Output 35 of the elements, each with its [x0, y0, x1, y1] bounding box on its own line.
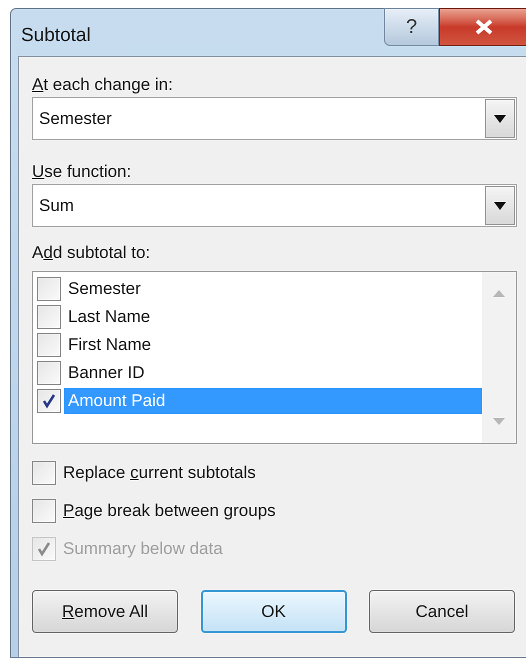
field-label: At each change in: [32, 74, 174, 96]
checkbox[interactable] [37, 333, 61, 357]
dropdown-button[interactable] [485, 99, 515, 138]
dialog-button[interactable]: OK [200, 590, 346, 633]
dropdown-button[interactable] [485, 186, 515, 225]
field-label: Use function: [32, 161, 132, 183]
list-item[interactable]: First Name [64, 332, 482, 358]
scroll-down-icon [493, 418, 505, 425]
scrollbar[interactable] [482, 272, 516, 443]
list-item[interactable]: Last Name [64, 304, 482, 330]
checkbox[interactable] [32, 461, 56, 485]
list-item[interactable]: Semester [64, 276, 482, 302]
caret-icon [494, 202, 506, 210]
checkbox[interactable] [37, 277, 61, 301]
close-icon [474, 19, 494, 35]
option-label: Page break between groups [63, 500, 276, 522]
option-label: Summary below data [63, 538, 223, 560]
help-button[interactable]: ? [384, 8, 439, 46]
list-label: Add subtotal to: [32, 242, 152, 264]
function-dropdown[interactable]: Sum [32, 184, 517, 227]
window-title: Subtotal [21, 24, 92, 48]
option-label: Replace current subtotals [63, 462, 256, 484]
checkbox[interactable] [37, 361, 61, 385]
checkbox[interactable] [37, 305, 61, 329]
checkmark-icon [41, 393, 57, 409]
checkbox[interactable] [37, 389, 61, 413]
scroll-up-icon [493, 290, 505, 297]
close-button[interactable] [439, 8, 526, 46]
caret-icon [494, 114, 506, 122]
checkmark-icon [36, 541, 52, 557]
dialog-button[interactable]: Remove All [32, 590, 178, 633]
checkbox[interactable] [32, 499, 56, 523]
change-in-dropdown[interactable]: Semester [32, 97, 517, 140]
dialog-button[interactable]: Cancel [369, 590, 515, 633]
list-item[interactable]: Banner ID [64, 360, 482, 386]
